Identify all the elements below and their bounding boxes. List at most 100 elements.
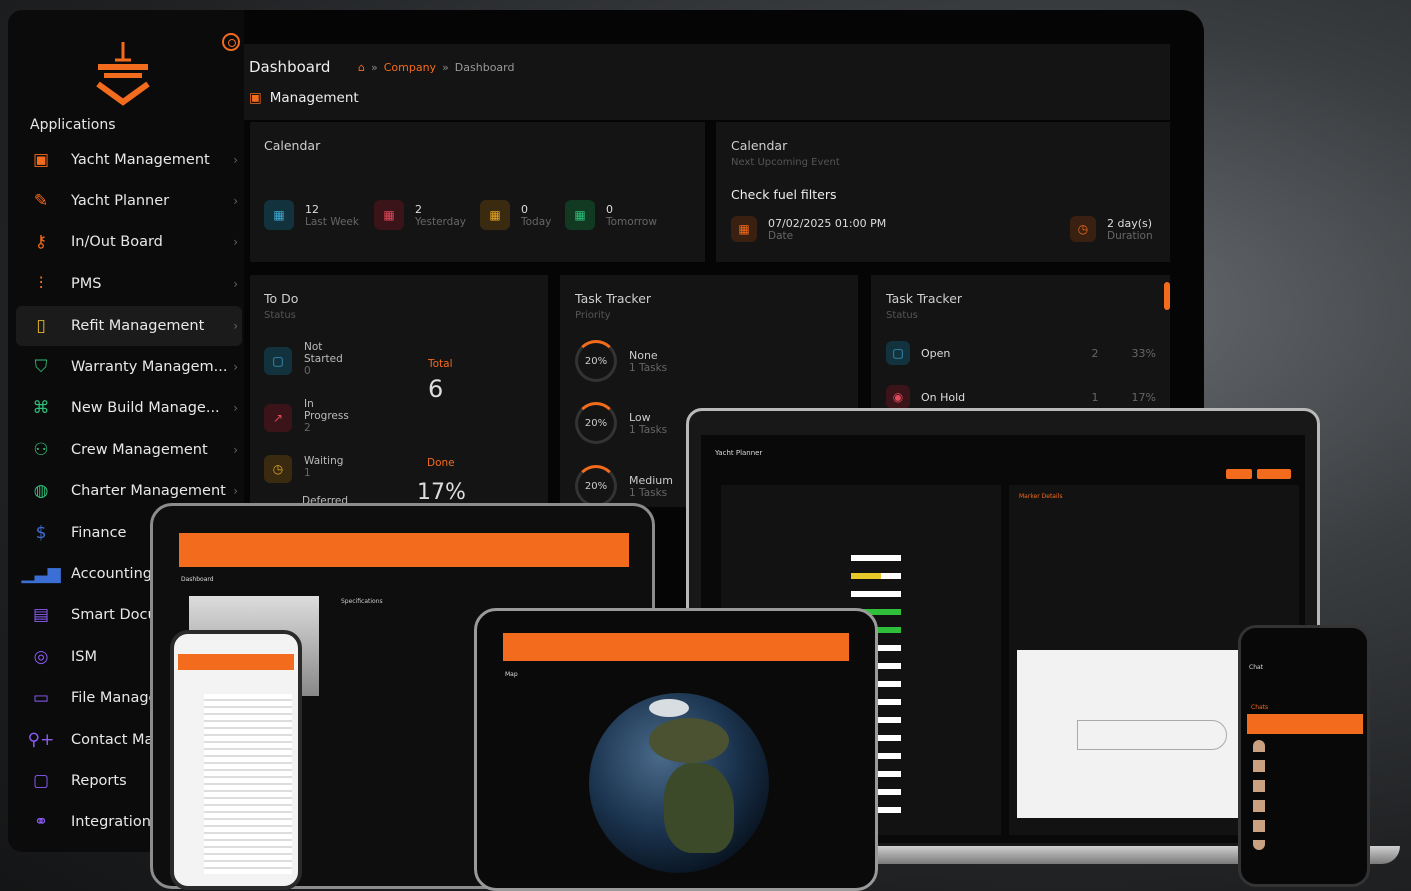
- breadcrumb-dashboard: Dashboard: [454, 61, 515, 74]
- sidebar-item-crew-management[interactable]: ⚇ Crew Management ›: [16, 430, 242, 470]
- map-title: Map: [505, 671, 518, 678]
- tablet-page-title: Dashboard: [181, 576, 214, 583]
- chevron-right-icon: ›: [233, 484, 238, 498]
- done-label: Done: [427, 457, 455, 469]
- sidebar-item-label: New Build Manage...: [71, 400, 220, 416]
- sidebar-item-label: Reports: [71, 773, 127, 789]
- total-label: Total: [428, 358, 453, 370]
- card-title: To Do: [264, 291, 299, 306]
- center-tablet-device: Map: [474, 608, 878, 891]
- sidebar-item-new-build-management[interactable]: ⌘ New Build Manage... ›: [16, 388, 242, 428]
- lock-icon: ▢: [264, 347, 292, 375]
- chat-item-active[interactable]: [1247, 714, 1363, 734]
- sidebar-item-refit-management[interactable]: ▯ Refit Management ›: [16, 306, 242, 346]
- card-subtitle: Status: [264, 310, 296, 321]
- todo-row-not-started: ▢ Not Started 0: [264, 341, 360, 377]
- calendar-icon: ▦: [565, 200, 595, 230]
- status-percent: 33%: [1131, 346, 1156, 360]
- section-label: Management: [269, 90, 359, 106]
- sidebar-item-inout-board[interactable]: ⚷ In/Out Board ›: [16, 222, 242, 262]
- sidebar-item-label: Smart Docu: [71, 607, 157, 623]
- card-title: Task Tracker: [886, 291, 963, 306]
- progress-ring: 20%: [575, 465, 617, 507]
- sidebar-item-pms[interactable]: ⫶ PMS ›: [16, 264, 242, 304]
- sidebar-item-label: Charter Management: [71, 483, 226, 499]
- breadcrumb-company[interactable]: Company: [384, 61, 436, 74]
- report-table: [204, 694, 292, 874]
- europe-landmass: [649, 718, 729, 763]
- sidebar-item-label: Crew Management: [71, 442, 208, 458]
- stat-today: ▦ 0 Today: [480, 200, 551, 230]
- chevron-right-icon: ›: [233, 194, 238, 208]
- status-row-on-hold: ◉ On Hold 1 17%: [886, 385, 1156, 409]
- todo-count: 0: [304, 365, 311, 377]
- stat-tomorrow: ▦ 0 Tomorrow: [565, 200, 657, 230]
- add-button[interactable]: [1226, 469, 1252, 479]
- sidebar-item-label: Accounting: [71, 566, 152, 582]
- priority-row-none: 20% None 1 Tasks: [575, 340, 667, 382]
- status-count: 2: [1091, 346, 1099, 360]
- stat-value: 2: [415, 202, 422, 216]
- briefcase-icon: ▣: [32, 150, 50, 170]
- sidebar-item-warranty-management[interactable]: ⛉ Warranty Managem... ›: [16, 347, 242, 387]
- africa-landmass: [664, 763, 734, 853]
- todo-label: In Progress: [304, 398, 349, 422]
- export-button[interactable]: [1257, 469, 1291, 479]
- card-title: Calendar: [264, 138, 321, 153]
- status-row-open: ▢ Open 2 33%: [886, 341, 1156, 365]
- stat-last-week: ▦ 12 Last Week: [264, 200, 359, 230]
- breadcrumb: ⌂ » Company » Dashboard: [358, 61, 514, 74]
- card-subtitle: Status: [886, 310, 918, 321]
- anchor-logo-icon: [96, 42, 150, 106]
- sidebar-item-label: Warranty Managem...: [71, 359, 228, 375]
- sidebar-item-label: Finance: [71, 525, 127, 541]
- stat-value: 2 day(s): [1107, 216, 1153, 230]
- phone-header-bar: [178, 654, 294, 670]
- chats-section: Chats: [1251, 704, 1269, 711]
- priority-label: Medium: [629, 473, 673, 487]
- tablet-header-bar: [179, 533, 629, 567]
- stat-label: Last Week: [305, 215, 359, 228]
- link-icon: ⚭: [33, 812, 49, 832]
- settings-icon[interactable]: [222, 33, 240, 51]
- applications-heading: Applications: [30, 117, 116, 133]
- briefcase-icon: ▣: [249, 90, 262, 106]
- yacht-outline: [1077, 720, 1227, 750]
- avatar-list: [1253, 740, 1265, 850]
- upcoming-event-card: Calendar Next Upcoming Event Check fuel …: [716, 122, 1170, 262]
- todo-label: Waiting: [304, 455, 344, 467]
- calendar-icon: ▦: [731, 216, 757, 242]
- sidebar-item-label: File Manage: [71, 690, 158, 706]
- stat-value: 07/02/2025 01:00 PM: [768, 216, 887, 230]
- done-value: 17%: [417, 480, 466, 505]
- sliders-icon: ⫶: [38, 274, 44, 294]
- priority-label: Low: [629, 410, 651, 424]
- left-phone-device: [170, 630, 302, 890]
- progress-ring: 20%: [575, 340, 617, 382]
- todo-card: To Do Status ▢ Not Started 0 ↗ In Progress 2…: [250, 275, 548, 507]
- globe-map[interactable]: [589, 693, 769, 873]
- progress-ring: 20%: [575, 402, 617, 444]
- pencil-icon: ✎: [33, 191, 49, 211]
- shield-icon: ⛉: [34, 357, 48, 377]
- sidebar-item-label: Contact Mar: [71, 732, 160, 748]
- page-title: Dashboard: [249, 58, 331, 76]
- sidebar-item-label: ISM: [71, 649, 97, 665]
- task-tracker-status-card: Task Tracker Status ▢ Open 2 33% ◉ On Hold 1 1…: [871, 275, 1170, 415]
- chat-title: Chat: [1249, 664, 1264, 671]
- scroll-handle[interactable]: [1164, 282, 1170, 310]
- sidebar-item-yacht-planner[interactable]: ✎ Yacht Planner ›: [16, 181, 242, 221]
- priority-tasks: 1 Tasks: [629, 486, 668, 499]
- sidebar-item-yacht-management[interactable]: ▣ Yacht Management ›: [16, 140, 242, 180]
- todo-count: 1: [304, 467, 311, 479]
- total-value: 6: [428, 375, 444, 403]
- lock-icon: ▢: [886, 341, 910, 365]
- tablet-header-bar: [503, 633, 849, 661]
- home-icon[interactable]: ⌂: [358, 61, 365, 74]
- clock-icon: ◷: [1070, 216, 1096, 242]
- todo-row-in-progress: ↗ In Progress 2: [264, 398, 360, 434]
- command-icon: ⌘: [32, 398, 50, 418]
- card-title: Task Tracker: [575, 291, 652, 306]
- progress-bar: [851, 573, 881, 579]
- sidebar-item-label: Integrations: [71, 814, 159, 830]
